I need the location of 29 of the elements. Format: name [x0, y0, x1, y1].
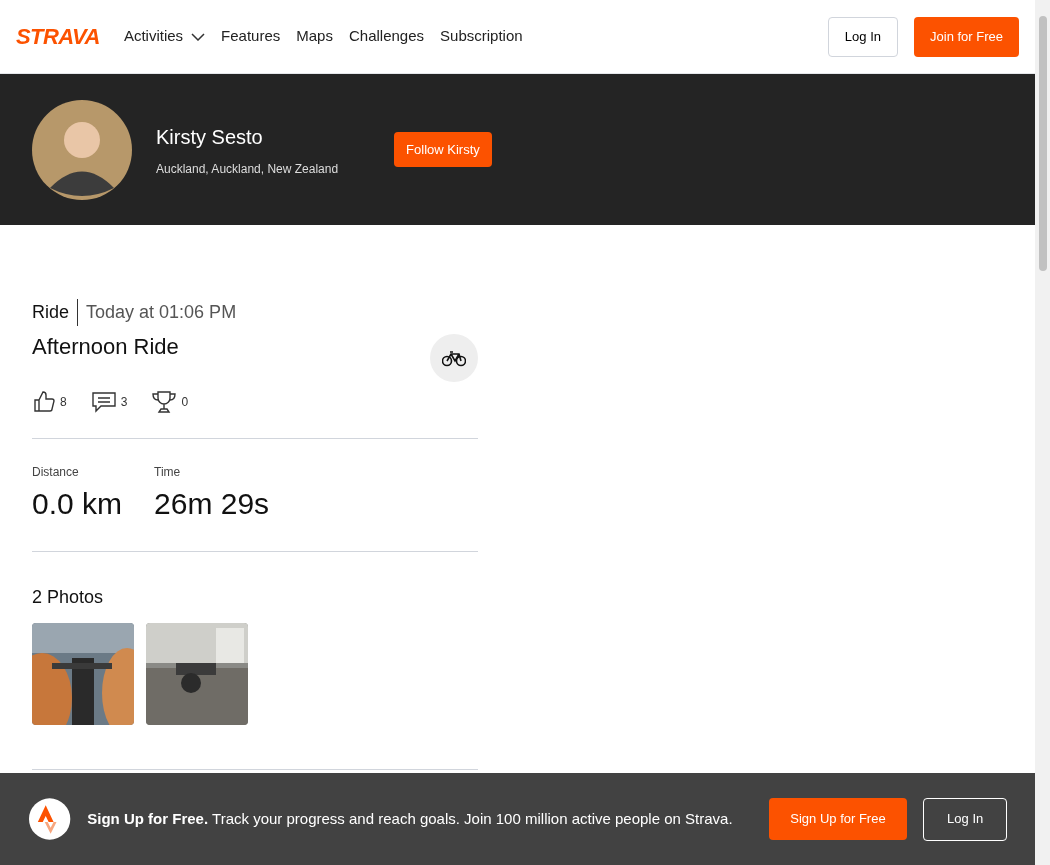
- activity-title: Afternoon Ride: [32, 333, 179, 361]
- chevron-icon: [191, 32, 206, 41]
- achievement-count: 0: [181, 394, 189, 411]
- bike-icon: [430, 334, 478, 382]
- stat-value: 0.0 km: [32, 486, 123, 522]
- athlete-location: Auckland, Auckland, New Zealand: [156, 160, 339, 178]
- strava-logo-icon: [28, 797, 72, 841]
- comment-count: 3: [120, 394, 128, 411]
- stat-value: 26m 29s: [154, 486, 270, 522]
- nav-link[interactable]: Activities: [115, 25, 214, 48]
- stat-label: Time: [154, 464, 182, 481]
- signup-message: Sign Up for Free. Track your progress and reach goals. Join 100 million active people on Strava.: [87, 808, 734, 829]
- nav-link[interactable]: Features: [213, 25, 289, 48]
- thumbs-up-icon[interactable]: [32, 390, 56, 414]
- kudos-count: 8: [60, 394, 67, 411]
- avatar[interactable]: [32, 99, 132, 200]
- scrollbar[interactable]: [1035, 0, 1050, 865]
- activity-type: Ride: [32, 299, 79, 326]
- photos-title: 2 Photos: [32, 585, 105, 609]
- nav-link[interactable]: Maps: [288, 25, 341, 48]
- trophy-icon: [151, 390, 178, 414]
- stat-label: Distance: [32, 464, 80, 481]
- banner-login-button[interactable]: Log In: [923, 797, 1007, 841]
- athlete-name[interactable]: Kirsty Sesto: [156, 121, 339, 152]
- activity-time: Today at 01:06 PM: [85, 301, 237, 324]
- comment-icon[interactable]: [90, 390, 117, 414]
- nav-link[interactable]: Subscription: [432, 25, 531, 48]
- login-button[interactable]: Log In: [827, 16, 898, 57]
- nav-link[interactable]: Challenges: [340, 25, 433, 48]
